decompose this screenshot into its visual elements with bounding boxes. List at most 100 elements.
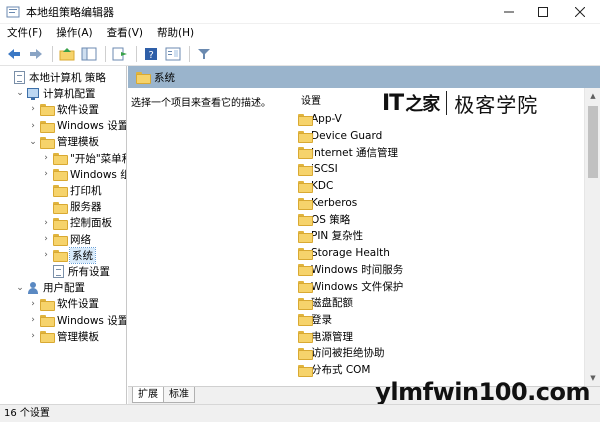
tab-extended[interactable]: 扩展 <box>132 387 164 403</box>
tree-item-label: Windows 设置 <box>57 314 127 327</box>
column-header-setting[interactable]: 设置 <box>292 92 321 108</box>
tree-item[interactable]: › 软件设置 <box>28 101 99 117</box>
filter-button[interactable] <box>194 44 214 64</box>
expanded-chevron-icon[interactable]: ⌄ <box>15 283 25 293</box>
folder-icon <box>53 169 68 182</box>
folder-icon <box>53 153 68 165</box>
tree-item[interactable]: ⌄ 计算机配置 <box>15 85 96 101</box>
tree-item[interactable]: › Windows 组件 <box>41 166 126 182</box>
list-item[interactable]: 电源管理 <box>298 328 353 344</box>
folder-icon <box>40 315 55 327</box>
list-item[interactable]: KDC <box>298 178 333 194</box>
collapsed-chevron-icon[interactable]: › <box>28 331 38 341</box>
tree-item-label: 打印机 <box>70 184 102 197</box>
expanded-chevron-icon[interactable]: ⌄ <box>15 88 25 98</box>
folder-icon <box>40 298 55 311</box>
tree-item[interactable]: 服务器 <box>41 199 102 215</box>
list-item[interactable]: Windows 文件保护 <box>298 278 403 294</box>
folder-icon <box>53 234 68 246</box>
tree-item[interactable]: › "开始"菜单和 <box>41 150 127 166</box>
doc-icon <box>53 264 64 278</box>
tree-item[interactable]: › 系统 <box>41 246 96 264</box>
scroll-thumb[interactable] <box>588 106 598 178</box>
list-item[interactable]: 分布式 COM <box>298 362 371 378</box>
tree-item-label: 计算机配置 <box>43 87 96 100</box>
collapsed-chevron-icon[interactable]: › <box>41 234 51 244</box>
list-item[interactable]: Windows 时间服务 <box>298 261 403 277</box>
folder-icon <box>298 230 313 243</box>
vertical-scrollbar[interactable]: ▲ ▼ <box>584 88 600 386</box>
tree-item[interactable]: 本地计算机 策略 <box>2 69 106 85</box>
export-list-icon <box>112 47 127 60</box>
tree-item-label: "开始"菜单和 <box>70 152 127 165</box>
folder-icon <box>53 185 68 198</box>
collapsed-chevron-icon[interactable]: › <box>41 153 51 163</box>
tree-item-label: Windows 设置 <box>57 120 127 133</box>
back-button[interactable] <box>4 44 24 64</box>
collapsed-chevron-icon[interactable]: › <box>28 104 38 114</box>
show-hide-tree-button[interactable] <box>79 44 99 64</box>
list-item[interactable]: PIN 复杂性 <box>298 228 363 244</box>
tree-item[interactable]: 所有设置 <box>41 263 110 279</box>
list-item[interactable]: OS 策略 <box>298 211 350 227</box>
tree-item-label: 系统 <box>69 246 96 264</box>
folder-icon <box>53 217 68 230</box>
tree-item[interactable]: ⌄ 用户配置 <box>15 280 85 296</box>
collapsed-chevron-icon[interactable]: › <box>28 315 38 325</box>
list-item[interactable]: Storage Health <box>298 245 390 261</box>
list-item[interactable]: 磁盘配额 <box>298 295 353 311</box>
tree-item[interactable]: › 控制面板 <box>41 215 112 231</box>
tree-item[interactable]: › 网络 <box>41 231 91 247</box>
properties-button[interactable] <box>163 44 183 64</box>
list-item[interactable]: Kerberos <box>298 195 357 211</box>
list-item[interactable]: Device Guard <box>298 128 382 144</box>
folder-icon <box>298 264 313 277</box>
tree-item[interactable]: › Windows 设置 <box>28 312 127 328</box>
help-button[interactable]: ? <box>141 44 161 64</box>
menu-action[interactable]: 操作(A) <box>49 24 99 42</box>
export-list-button[interactable] <box>110 44 130 64</box>
status-bar: 16 个设置 <box>0 404 600 422</box>
forward-button[interactable] <box>26 44 46 64</box>
folder-icon <box>298 197 313 210</box>
collapsed-chevron-icon[interactable]: › <box>41 250 51 260</box>
tree-item[interactable]: › Windows 设置 <box>28 118 127 134</box>
list-item[interactable]: iSCSI <box>298 161 338 177</box>
list-item-label: 分布式 COM <box>311 364 371 376</box>
collapsed-chevron-icon[interactable]: › <box>28 299 38 309</box>
expanded-chevron-icon[interactable]: ⌄ <box>28 137 38 147</box>
close-button[interactable] <box>560 0 600 24</box>
list-item[interactable]: Internet 通信管理 <box>298 144 398 160</box>
minimize-button[interactable] <box>492 0 526 24</box>
folder-icon <box>40 120 55 133</box>
up-folder-button[interactable] <box>57 44 77 64</box>
menu-help[interactable]: 帮助(H) <box>150 24 201 42</box>
folder-icon <box>298 214 313 227</box>
up-folder-icon <box>59 47 75 60</box>
menu-file[interactable]: 文件(F) <box>0 24 49 42</box>
toolbar-separator <box>189 45 190 62</box>
tree-item[interactable]: › 软件设置 <box>28 296 99 312</box>
collapsed-chevron-icon[interactable]: › <box>41 218 51 228</box>
collapsed-chevron-icon[interactable]: › <box>28 121 38 131</box>
maximize-button[interactable] <box>526 0 560 24</box>
folder-icon <box>40 104 55 117</box>
list-item-label: iSCSI <box>311 163 338 176</box>
folder-icon <box>298 164 313 177</box>
list-item-label: Device Guard <box>311 129 383 142</box>
folder-icon <box>298 247 313 260</box>
tree-item[interactable]: 打印机 <box>41 182 102 198</box>
tab-standard[interactable]: 标准 <box>163 387 195 403</box>
title-bar: 本地组策略编辑器 <box>0 0 600 24</box>
list-item[interactable]: App-V <box>298 111 342 127</box>
list-item[interactable]: 访问被拒绝协助 <box>298 345 385 361</box>
collapsed-chevron-icon[interactable]: › <box>41 169 51 179</box>
tree-item-label: 软件设置 <box>57 103 99 116</box>
doc-icon <box>14 70 25 84</box>
tree-item[interactable]: › 管理模板 <box>28 328 99 344</box>
list-item-label: Storage Health <box>311 246 390 259</box>
menu-view[interactable]: 查看(V) <box>100 24 150 42</box>
tree-item[interactable]: ⌄ 管理模板 <box>28 134 99 150</box>
scroll-up-arrow-icon[interactable]: ▲ <box>585 88 600 104</box>
list-item[interactable]: 登录 <box>298 311 332 327</box>
